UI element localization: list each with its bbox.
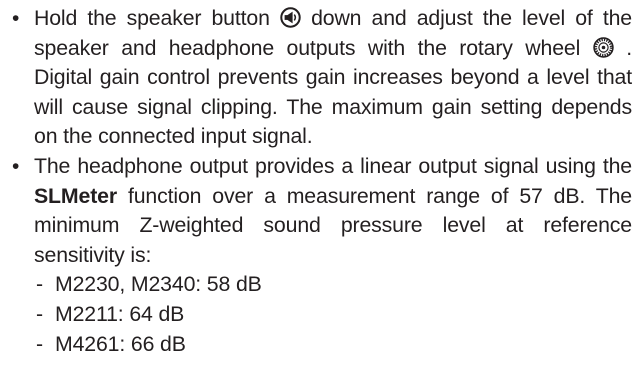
model-level-text: M4261: 66 dB: [55, 331, 186, 356]
speaker-button-icon: [280, 7, 301, 28]
bullet-item-speaker-level: • Hold the speaker button down and adjus…: [0, 4, 632, 152]
dash-glyph: -: [36, 301, 43, 326]
bullet-glyph: •: [12, 154, 20, 178]
bullet-text-part: function over a measurement range of 57 …: [34, 183, 632, 267]
bullet-glyph: •: [12, 7, 20, 30]
model-level-text: M2230, M2340: 58 dB: [55, 272, 262, 297]
list-item: - M2230, M2340: 58 dB: [34, 270, 632, 300]
document-page: • Hold the speaker button down and adjus…: [0, 0, 636, 385]
rotary-wheel-icon: [593, 36, 614, 58]
model-level-text: M2211: 64 dB: [55, 301, 185, 326]
list-item: - M2211: 64 dB: [34, 300, 632, 330]
bullet-text-part: The headphone output provides a linear o…: [34, 153, 632, 178]
dash-glyph: -: [36, 331, 43, 356]
bullet-text-part: Hold the speaker button: [34, 6, 270, 30]
dash-glyph: -: [36, 272, 43, 297]
bullet-item-headphone-output: • The headphone output provides a linear…: [0, 152, 632, 359]
model-level-list: - M2230, M2340: 58 dB - M2211: 64 dB - M…: [34, 270, 632, 359]
list-item: - M4261: 66 dB: [34, 330, 632, 360]
slmeter-function-name: SLMeter: [34, 183, 117, 208]
bullet-list: • Hold the speaker button down and adjus…: [0, 4, 632, 359]
